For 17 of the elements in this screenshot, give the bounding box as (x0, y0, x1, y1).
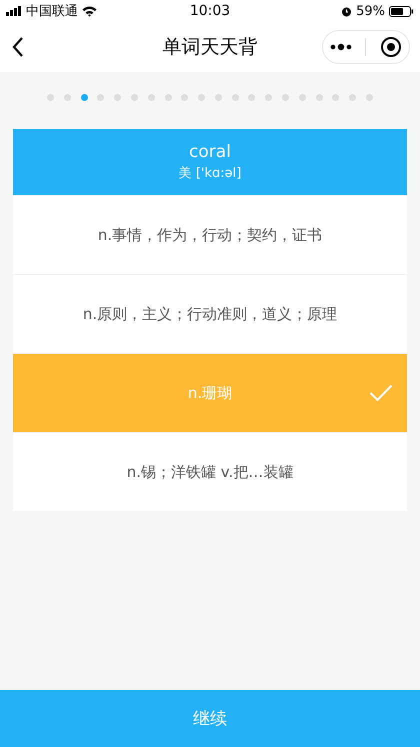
phonetic-text: 美 ['kɑ:əl] (178, 165, 242, 182)
signal-icon (6, 6, 22, 16)
battery-percent: 59% (356, 4, 385, 18)
close-target-icon[interactable] (380, 36, 402, 58)
checkmark-icon (369, 384, 393, 402)
answer-option[interactable]: n.事情，作为，行动；契约，证书 (13, 195, 407, 274)
battery-icon (389, 6, 414, 16)
answer-option[interactable]: n.原则，主义；行动准则，道义；原理 (13, 274, 407, 353)
more-icon[interactable] (330, 43, 352, 51)
clock-time: 10:03 (190, 3, 230, 19)
carrier-name: 中国联通 (26, 3, 78, 20)
alarm-icon (341, 6, 352, 16)
word-text: coral (189, 142, 231, 162)
page-title: 单词天天背 (162, 35, 258, 60)
wifi-icon (82, 6, 97, 16)
answer-option[interactable]: n.锡；洋铁罐 v.把…装罐 (13, 432, 407, 511)
back-icon[interactable] (12, 37, 24, 57)
